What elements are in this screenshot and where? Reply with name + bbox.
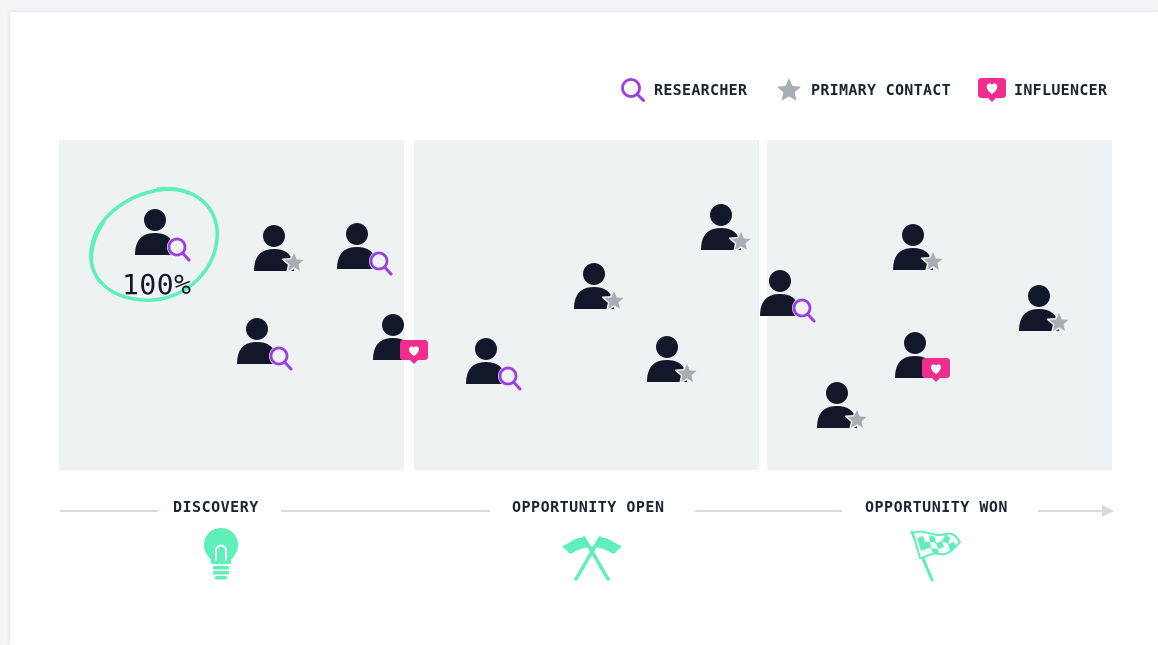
legend-primary-contact: PRIMARY CONTACT (775, 76, 951, 104)
contact-primary-contact[interactable] (817, 380, 881, 438)
timeline-arrow-icon (1102, 505, 1114, 517)
timeline-segment (695, 510, 842, 512)
contact-influencer[interactable] (895, 330, 959, 388)
contact-primary-contact[interactable] (701, 202, 765, 260)
contact-researcher[interactable] (237, 316, 301, 374)
contact-researcher[interactable] (337, 221, 401, 279)
contact-primary-contact[interactable] (254, 223, 318, 281)
contact-influencer[interactable] (373, 312, 437, 370)
contact-primary-contact[interactable] (574, 261, 638, 319)
legend-influencer: INFLUENCER (978, 76, 1107, 104)
crossed-flags-icon (562, 536, 622, 581)
star-icon (777, 78, 801, 101)
stage-label-opportunity-open: OPPORTUNITY OPEN (512, 498, 665, 516)
lightbulb-icon (204, 528, 238, 580)
legend-influencer-label: INFLUENCER (1014, 81, 1108, 99)
timeline-segment (1038, 510, 1106, 512)
checkered-flag-icon (910, 530, 962, 582)
contact-primary-contact[interactable] (1019, 283, 1083, 341)
highlight-percent: 100% (122, 268, 192, 301)
legend-researcher: RESEARCHER (620, 76, 747, 104)
contact-researcher[interactable] (760, 268, 824, 326)
contact-researcher[interactable] (466, 336, 530, 394)
contact-primary-contact[interactable] (647, 334, 711, 392)
timeline-segment (281, 510, 490, 512)
contact-primary-contact[interactable] (893, 222, 957, 280)
stage-label-discovery: DISCOVERY (173, 498, 259, 516)
contact-researcher[interactable] (135, 207, 199, 265)
legend-researcher-label: RESEARCHER (654, 81, 748, 99)
stage-label-opportunity-won: OPPORTUNITY WON (865, 498, 1008, 516)
timeline-segment (60, 510, 158, 512)
legend-primary-contact-label: PRIMARY CONTACT (811, 81, 951, 99)
magnifier-icon (621, 78, 645, 102)
heart-badge-icon (978, 78, 1006, 102)
